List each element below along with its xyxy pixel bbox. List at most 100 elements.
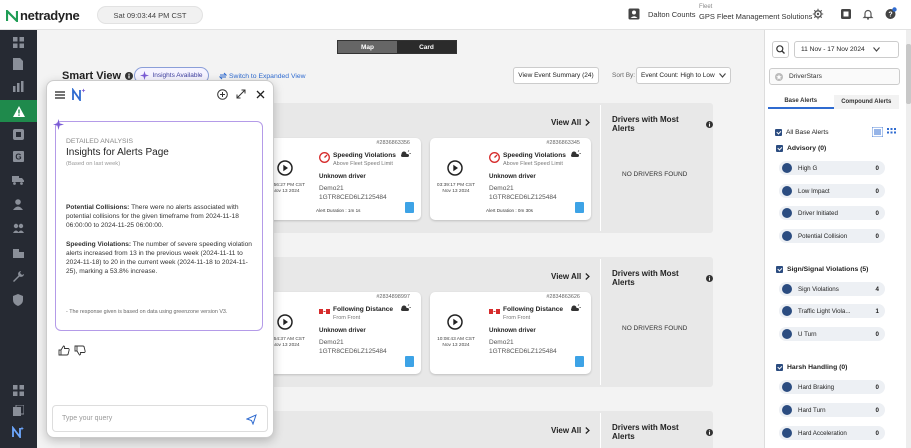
filter-item-hard-acceleration[interactable]: Hard Acceleration 0 <box>779 426 885 440</box>
play-video-icon[interactable] <box>447 314 463 330</box>
close-icon[interactable] <box>256 90 265 99</box>
filter-item-traffic-light[interactable]: Traffic Light Viola... 1 <box>779 304 885 318</box>
view-all-link[interactable]: View All <box>551 272 591 281</box>
switch-expanded-view-link[interactable]: Switch to Expanded View <box>219 72 306 80</box>
info-icon[interactable] <box>125 72 134 80</box>
info-icon[interactable] <box>706 120 713 128</box>
filter-item-sign-violations[interactable]: Sign Violations 4 <box>779 282 885 296</box>
alert-card[interactable]: #2836863345 03:39:17 PM CST Nov 13 2024 S… <box>430 138 591 220</box>
expand-icon[interactable] <box>236 89 246 99</box>
switch-expanded-view-label: Switch to Expanded View <box>229 72 306 80</box>
help-button[interactable]: ? <box>884 7 897 20</box>
sidebar-item-analytics[interactable] <box>10 78 26 94</box>
user-menu[interactable]: Dalton Counts <box>628 8 696 20</box>
checkbox-checked[interactable] <box>776 145 783 152</box>
filter-item-high-g[interactable]: High G 0 <box>779 161 885 175</box>
tab-compound-alerts[interactable]: Compound Alerts <box>833 95 899 109</box>
tab-map[interactable]: Map <box>338 41 397 53</box>
new-chat-plus-icon[interactable] <box>217 89 228 100</box>
query-input[interactable]: Type your query <box>52 405 268 432</box>
alert-id: #2836863356 <box>376 140 410 146</box>
view-all-link[interactable]: View All <box>551 426 591 435</box>
thumbs-up-icon[interactable] <box>58 345 70 356</box>
ai-assistant-icon <box>12 426 24 438</box>
filter-item-low-impact[interactable]: Low Impact 0 <box>779 184 885 198</box>
notification-bell-icon[interactable] <box>862 8 874 20</box>
filter-panel-scrollbar[interactable] <box>906 30 911 448</box>
sidebar-item-docs[interactable] <box>10 402 26 418</box>
filter-item-u-turn[interactable]: U Turn 0 <box>779 327 885 341</box>
drivers-most-alerts-label: Drivers with Most Alerts <box>612 269 679 287</box>
drivers-most-alerts-label: Drivers with Most Alerts <box>612 423 679 441</box>
all-base-alerts-checkbox[interactable]: All Base Alerts <box>775 129 829 136</box>
sidebar-item-greenzone[interactable]: G <box>10 148 26 164</box>
hamburger-menu-icon[interactable] <box>55 91 65 99</box>
app-icon[interactable] <box>840 8 852 20</box>
weather-cloud-icon <box>571 150 581 157</box>
info-icon[interactable] <box>706 428 713 436</box>
sort-select[interactable]: Event Count: High to Low <box>636 67 731 84</box>
sidebar-item-reports[interactable] <box>10 56 26 72</box>
sidebar-item-coaching[interactable] <box>10 220 26 236</box>
filter-item-hard-turn[interactable]: Hard Turn 0 <box>779 403 885 417</box>
sidebar-item-alerts[interactable] <box>0 100 37 122</box>
checkbox-checked[interactable] <box>776 364 783 371</box>
tab-card[interactable]: Card <box>397 41 456 53</box>
sidebar-item-dashboard[interactable] <box>10 34 26 50</box>
settings-gear-icon[interactable] <box>812 8 824 20</box>
alert-subtitle: Above Fleet Speed Limit <box>333 161 393 167</box>
document-icon <box>13 58 23 70</box>
sidebar-item-vehicles[interactable] <box>10 172 26 188</box>
alert-duration: Alert Duration : 0m 30s <box>486 208 533 213</box>
filter-item-potential-collision[interactable]: Potential Collision 0 <box>779 229 885 243</box>
alert-type-icon <box>782 405 792 415</box>
filter-item-driver-initiated[interactable]: Driver Initiated 0 <box>779 206 885 220</box>
play-video-icon[interactable] <box>277 314 293 330</box>
insights-available-label: Insights Available <box>152 72 203 79</box>
alert-title: Speeding Violations <box>503 152 566 159</box>
send-icon[interactable] <box>246 414 257 425</box>
sidebar-item-tools[interactable] <box>10 268 26 284</box>
list-view-icon[interactable] <box>872 127 883 137</box>
alert-title: Speeding Violations <box>333 152 396 159</box>
scrollbar-thumb[interactable] <box>906 44 911 104</box>
filter-search-button[interactable] <box>772 41 789 58</box>
filter-item-count: 0 <box>875 406 879 414</box>
sidebar-item-buildings[interactable] <box>10 244 26 260</box>
sidebar-item-assistant[interactable] <box>10 424 26 440</box>
thumbs-down-icon[interactable] <box>74 345 86 356</box>
alert-card[interactable]: #2834863626 10:08:43 AM CST Nov 13 2024 F… <box>430 292 591 374</box>
download-icon[interactable] <box>405 356 414 367</box>
download-icon[interactable] <box>405 202 414 213</box>
alert-card[interactable]: #2836863356 10:56:27 PM CST Nov 13 2024 S… <box>260 138 421 220</box>
group-harsh-handling[interactable]: Harsh Handling (0) <box>776 364 847 371</box>
play-video-icon[interactable] <box>447 160 463 176</box>
sidebar-item-events[interactable] <box>10 126 26 142</box>
sidebar-item-drivers[interactable] <box>10 196 26 212</box>
alert-card[interactable]: #2834898997 10:54:37 AM CST Nov 13 2024 F… <box>260 292 421 374</box>
fleet-selector[interactable]: Fleet GPS Fleet Management Solutions <box>699 4 812 21</box>
group-advisory[interactable]: Advisory (0) <box>776 145 826 152</box>
insight-speeding-violations: Speeding Violations: The number of sever… <box>66 240 254 276</box>
view-event-summary-button[interactable]: View Event Summary (24) <box>513 67 599 84</box>
grid-view-icon[interactable] <box>887 128 896 136</box>
checkbox-checked[interactable] <box>776 266 783 273</box>
download-icon[interactable] <box>575 356 584 367</box>
sidebar-item-security[interactable] <box>10 292 26 308</box>
brand-logo[interactable]: netradyne <box>6 8 80 23</box>
tab-base-alerts[interactable]: Base Alerts <box>768 95 834 109</box>
driverstars-filter[interactable]: DriverStars <box>769 68 900 85</box>
checkbox-checked[interactable] <box>775 129 782 136</box>
drivers-most-alerts-title: Drivers with Most Alerts <box>612 115 713 133</box>
filter-item-label: Potential Collision <box>798 232 848 240</box>
date-range-select[interactable]: 11 Nov - 17 Nov 2024 <box>794 41 899 58</box>
following-distance-icon <box>489 309 500 314</box>
sidebar-item-apps[interactable] <box>10 382 26 398</box>
download-icon[interactable] <box>575 202 584 213</box>
info-icon[interactable] <box>706 274 713 282</box>
view-all-link[interactable]: View All <box>551 118 591 127</box>
filter-item-hard-braking[interactable]: Hard Braking 0 <box>779 380 885 394</box>
alert-triangle-icon <box>12 105 25 117</box>
group-sign-signal[interactable]: Sign/Signal Violations (5) <box>776 266 868 273</box>
play-video-icon[interactable] <box>277 160 293 176</box>
